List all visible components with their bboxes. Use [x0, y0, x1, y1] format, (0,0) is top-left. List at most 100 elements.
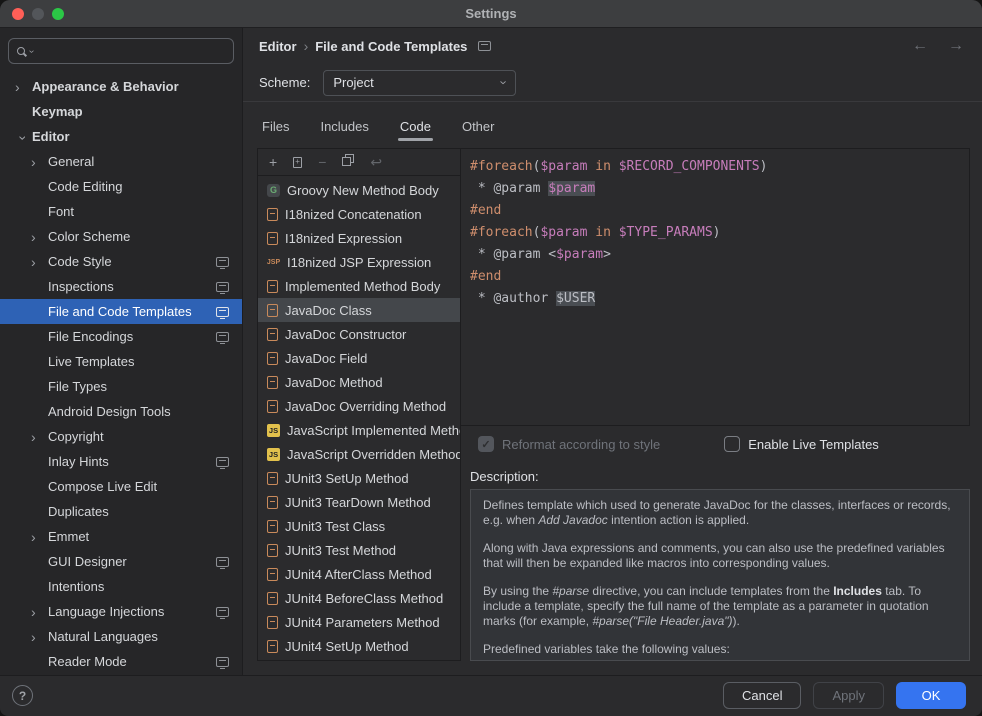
chevron-right-icon[interactable]: › — [31, 155, 48, 169]
sidebar-item-duplicates[interactable]: Duplicates — [0, 499, 242, 524]
ok-button[interactable]: OK — [896, 682, 966, 709]
description-paragraph: Predefined variables take the following … — [483, 642, 957, 657]
sidebar-item-reader-mode[interactable]: Reader Mode — [0, 649, 242, 674]
template-list: GGroovy New Method Body I18nized Concate… — [258, 176, 460, 660]
template-list-item[interactable]: JavaDoc Constructor — [258, 322, 460, 346]
remove-template-button[interactable]: − — [318, 155, 326, 169]
sidebar-item-file-types[interactable]: File Types — [0, 374, 242, 399]
forward-button[interactable]: → — [948, 37, 964, 55]
chevron-right-icon[interactable]: › — [31, 430, 48, 444]
template-list-item[interactable]: JSJavaScript Implemented Method — [258, 418, 460, 442]
chevron-right-icon[interactable]: › — [31, 230, 48, 244]
sidebar-item-inlay-hints[interactable]: Inlay Hints — [0, 449, 242, 474]
template-list-item[interactable]: JUnit4 SetUp Method — [258, 634, 460, 658]
file-template-icon — [267, 472, 278, 485]
settings-sidebar: › ›Appearance & Behavior Keymap ›Editor … — [0, 28, 243, 675]
template-list-item[interactable]: JavaDoc Method — [258, 370, 460, 394]
cancel-button[interactable]: Cancel — [723, 682, 801, 709]
sidebar-item-keymap[interactable]: Keymap — [0, 99, 242, 124]
template-list-item[interactable]: JUnit4 AfterClass Method — [258, 562, 460, 586]
template-editor[interactable]: #foreach($param in $RECORD_COMPONENTS) *… — [461, 148, 970, 426]
tab-includes[interactable]: Includes — [318, 119, 370, 146]
chevron-right-icon[interactable]: › — [31, 630, 48, 644]
template-list-item[interactable]: JUnit4 Parameters Method — [258, 610, 460, 634]
template-list-item[interactable]: JUnit3 SetUp Method — [258, 466, 460, 490]
enable-live-templates-checkbox[interactable] — [724, 436, 740, 452]
apply-button[interactable]: Apply — [813, 682, 884, 709]
template-list-item[interactable]: JavaDoc Overriding Method — [258, 394, 460, 418]
sidebar-item-natural-languages[interactable]: ›Natural Languages — [0, 624, 242, 649]
description-text[interactable]: Defines template which used to generate … — [470, 489, 970, 661]
sidebar-item-emmet[interactable]: ›Emmet — [0, 524, 242, 549]
chevron-right-icon[interactable]: › — [31, 255, 48, 269]
chevron-down-icon: › — [497, 80, 512, 84]
file-template-icon — [267, 232, 278, 245]
dialog-footer: ? Cancel Apply OK — [0, 675, 982, 715]
copy-template-button[interactable] — [342, 157, 351, 166]
sidebar-item-color-scheme[interactable]: ›Color Scheme — [0, 224, 242, 249]
sidebar-item-android-design-tools[interactable]: Android Design Tools — [0, 399, 242, 424]
template-list-item[interactable]: I18nized Expression — [258, 226, 460, 250]
file-template-icon — [267, 328, 278, 341]
search-icon — [17, 47, 25, 55]
sync-settings-icon — [216, 457, 229, 467]
sidebar-item-code-editing[interactable]: Code Editing — [0, 174, 242, 199]
template-list-item[interactable]: JUnit3 TearDown Method — [258, 490, 460, 514]
chevron-down-icon[interactable]: › — [17, 129, 31, 146]
sidebar-item-gui-designer[interactable]: GUI Designer — [0, 549, 242, 574]
sidebar-item-editor[interactable]: ›Editor — [0, 124, 242, 149]
back-button[interactable]: ← — [912, 37, 928, 55]
sidebar-item-live-templates[interactable]: Live Templates — [0, 349, 242, 374]
template-list-item[interactable]: JavaDoc Field — [258, 346, 460, 370]
breadcrumb-editor[interactable]: Editor — [259, 39, 297, 54]
sidebar-item-file-encodings[interactable]: File Encodings — [0, 324, 242, 349]
sidebar-item-general[interactable]: ›General — [0, 149, 242, 174]
template-list-item[interactable]: GGroovy New Method Body — [258, 178, 460, 202]
sidebar-item-font[interactable]: Font — [0, 199, 242, 224]
window-title: Settings — [0, 0, 982, 27]
breadcrumb-separator-icon: › — [304, 38, 309, 54]
code-line: * @param <$param> — [470, 244, 969, 266]
search-history-chevron-icon[interactable]: › — [26, 49, 37, 52]
check-icon: ✓ — [481, 438, 490, 451]
tab-files[interactable]: Files — [260, 119, 291, 146]
tab-code[interactable]: Code — [398, 119, 433, 146]
sidebar-item-inspections[interactable]: Inspections — [0, 274, 242, 299]
template-list-item[interactable]: JSPI18nized JSP Expression — [258, 250, 460, 274]
template-list-item[interactable]: JUnit4 BeforeClass Method — [258, 586, 460, 610]
template-list-item[interactable]: Implemented Method Body — [258, 274, 460, 298]
template-list-panel: + − ↩ GGroovy New Method Body I18nized C… — [257, 148, 461, 661]
file-template-icon — [267, 400, 278, 413]
search-input[interactable]: › — [8, 38, 234, 64]
template-options-row: ✓ Reformat according to style Enable Liv… — [461, 428, 970, 460]
help-button[interactable]: ? — [12, 685, 33, 706]
sync-settings-icon — [216, 332, 229, 342]
create-template-button[interactable]: + — [269, 155, 277, 169]
chevron-right-icon[interactable]: › — [31, 530, 48, 544]
template-list-item[interactable]: JSJavaScript Overridden Method — [258, 442, 460, 466]
create-child-template-button[interactable] — [293, 157, 302, 168]
tab-other[interactable]: Other — [460, 119, 497, 146]
sidebar-item-compose-live-edit[interactable]: Compose Live Edit — [0, 474, 242, 499]
sidebar-item-copyright[interactable]: ›Copyright — [0, 424, 242, 449]
template-list-item-selected[interactable]: JavaDoc Class — [258, 298, 460, 322]
file-template-icon — [267, 208, 278, 221]
sidebar-item-appearance-behavior[interactable]: ›Appearance & Behavior — [0, 74, 242, 99]
reset-to-default-button[interactable]: ↩ — [370, 155, 382, 169]
settings-dialog: Settings › ›Appearance & Behavior Keymap… — [0, 0, 982, 716]
file-template-icon — [267, 376, 278, 389]
reformat-checkbox[interactable]: ✓ — [478, 436, 494, 452]
sync-settings-icon — [216, 657, 229, 667]
template-list-item[interactable]: I18nized Concatenation — [258, 202, 460, 226]
sidebar-item-file-and-code-templates[interactable]: File and Code Templates — [0, 299, 242, 324]
chevron-right-icon[interactable]: › — [15, 80, 32, 94]
sidebar-item-code-style[interactable]: ›Code Style — [0, 249, 242, 274]
template-list-item[interactable]: JUnit3 Test Method — [258, 538, 460, 562]
scheme-select[interactable]: Project › — [323, 70, 516, 96]
template-list-item[interactable]: JUnit3 Test Class — [258, 514, 460, 538]
code-line: * @param $param — [470, 178, 969, 200]
sidebar-item-language-injections[interactable]: ›Language Injections — [0, 599, 242, 624]
chevron-right-icon[interactable]: › — [31, 605, 48, 619]
sidebar-item-intentions[interactable]: Intentions — [0, 574, 242, 599]
file-template-icon — [267, 496, 278, 509]
